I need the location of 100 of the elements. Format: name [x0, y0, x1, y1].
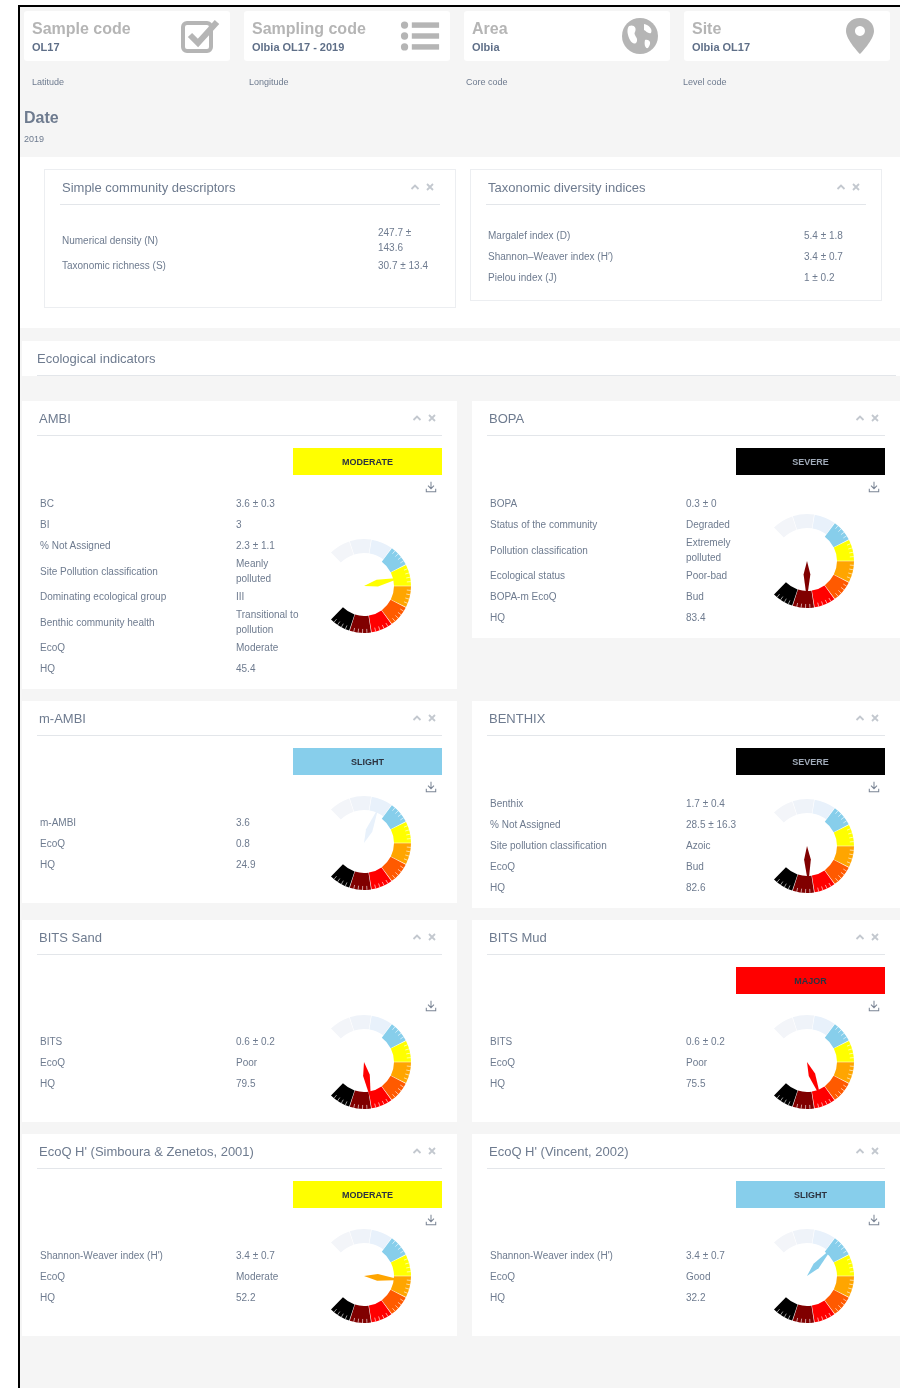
row-value: 28.5 ± 16.3	[686, 818, 737, 832]
row-value: 3.4 ± 0.7	[804, 250, 844, 264]
row-label: Dominating ecological group	[40, 591, 167, 602]
row-label: EcoQ	[40, 837, 65, 849]
chevron-up-icon[interactable]	[412, 413, 422, 423]
chevron-up-icon[interactable]	[855, 1146, 865, 1156]
card-title: Area	[472, 19, 508, 38]
row-label: EcoQ	[490, 861, 515, 872]
row-label: Shannon-Weaver index (H')	[490, 1249, 613, 1261]
close-icon[interactable]	[427, 932, 437, 942]
close-icon[interactable]	[427, 413, 437, 423]
row-value: 83.4	[686, 611, 707, 625]
date-title: Date	[24, 109, 59, 127]
status-badge: MAJOR	[736, 967, 885, 994]
close-icon[interactable]	[870, 932, 880, 942]
panel-title: m-AMBI	[39, 710, 86, 726]
panel-title: EcoQ H' (Simboura & Zenetos, 2001)	[39, 1143, 254, 1159]
row-value: Poor	[686, 1055, 709, 1070]
card-title: Sample code	[32, 19, 131, 38]
row-value: Poor	[236, 1055, 259, 1070]
row-value: 5.4 ± 1.8	[804, 229, 844, 243]
section-title: Ecological indicators	[37, 350, 156, 366]
card-title: Sampling code	[252, 19, 366, 38]
download-icon[interactable]	[425, 1000, 437, 1012]
field-label: Level code	[683, 77, 727, 87]
close-icon[interactable]	[427, 713, 437, 723]
row-value: Moderate	[236, 641, 280, 655]
row-label: Taxonomic richness (S)	[62, 260, 166, 271]
row-label: Margalef index (D)	[488, 230, 571, 241]
row-label: BI	[40, 519, 50, 530]
row-value: Azoic	[686, 839, 712, 853]
row-label: Site pollution classification	[490, 840, 607, 851]
row-label: EcoQ	[40, 1270, 65, 1282]
row-value: 3.6 ± 0.3	[236, 497, 276, 511]
row-value: 2.3 ± 1.1	[236, 539, 276, 553]
row-label: EcoQ	[490, 1056, 515, 1068]
row-value: 79.5	[236, 1076, 257, 1091]
field-label: Core code	[466, 77, 508, 87]
row-value: 24.9	[236, 857, 257, 872]
chevron-up-icon[interactable]	[836, 182, 846, 192]
row-value: 3.4 ± 0.7	[686, 1248, 726, 1263]
field-label: Longitude	[249, 77, 289, 87]
download-icon[interactable]	[868, 1000, 880, 1012]
row-label: % Not Assigned	[40, 540, 111, 551]
row-label: Site Pollution classification	[40, 565, 158, 577]
row-value: Transitional to pollution	[236, 608, 300, 637]
row-label: HQ	[40, 663, 55, 674]
row-label: HQ	[490, 1291, 505, 1303]
close-icon[interactable]	[851, 182, 861, 192]
download-icon[interactable]	[425, 481, 437, 493]
chevron-up-icon[interactable]	[412, 713, 422, 723]
row-value: 3.4 ± 0.7	[236, 1248, 276, 1263]
chevron-up-icon[interactable]	[412, 1146, 422, 1156]
chevron-up-icon[interactable]	[855, 713, 865, 723]
row-label: Pollution classification	[490, 544, 588, 556]
row-label: Benthic community health	[40, 616, 155, 628]
row-value: 3	[236, 518, 243, 532]
chevron-up-icon[interactable]	[855, 413, 865, 423]
download-icon[interactable]	[425, 1214, 437, 1226]
row-label: Shannon-Weaver index (H')	[40, 1249, 163, 1261]
status-badge: SLIGHT	[736, 1181, 885, 1208]
row-value: Extremely polluted	[686, 536, 732, 565]
status-badge: SEVERE	[736, 748, 885, 775]
row-label: HQ	[40, 1291, 55, 1303]
row-label: BC	[40, 498, 54, 509]
chevron-up-icon[interactable]	[855, 932, 865, 942]
row-label: BOPA-m EcoQ	[490, 591, 557, 602]
close-icon[interactable]	[425, 182, 435, 192]
download-icon[interactable]	[868, 1214, 880, 1226]
download-icon[interactable]	[868, 781, 880, 793]
close-icon[interactable]	[870, 713, 880, 723]
row-label: EcoQ	[40, 642, 65, 653]
close-icon[interactable]	[870, 413, 880, 423]
panel-title: BENTHIX	[489, 710, 546, 726]
row-label: Benthix	[490, 798, 524, 809]
panel-title: Simple community descriptors	[62, 179, 236, 195]
row-value: 32.2	[686, 1290, 707, 1305]
download-icon[interactable]	[425, 781, 437, 793]
row-value: 247.7 ± 143.6	[378, 226, 413, 255]
status-badge: MODERATE	[293, 448, 442, 475]
row-label: Pielou index (J)	[488, 272, 557, 283]
row-value: Poor-bad	[686, 569, 729, 583]
close-icon[interactable]	[870, 1146, 880, 1156]
row-value: III	[236, 590, 246, 604]
panel-title: BOPA	[489, 410, 525, 426]
row-label: EcoQ	[40, 1056, 65, 1068]
close-icon[interactable]	[427, 1146, 437, 1156]
chevron-up-icon[interactable]	[410, 182, 420, 192]
row-value: Moderate	[236, 1269, 280, 1284]
row-value: 30.7 ± 13.4	[378, 259, 429, 273]
gauge-needle	[363, 1062, 371, 1100]
row-label: m-AMBI	[40, 816, 77, 828]
globe-icon	[620, 16, 660, 56]
download-icon[interactable]	[868, 481, 880, 493]
row-label: Shannon–Weaver index (H′)	[488, 251, 614, 262]
row-label: EcoQ	[490, 1270, 515, 1282]
row-label: BITS	[490, 1035, 513, 1047]
chevron-up-icon[interactable]	[412, 932, 422, 942]
row-value: Degraded	[686, 518, 731, 532]
row-value: 75.5	[686, 1076, 707, 1091]
